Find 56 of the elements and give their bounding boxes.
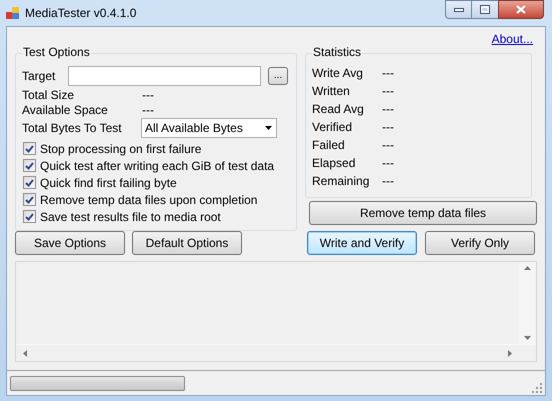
maximize-button[interactable] — [472, 0, 498, 19]
remove-temp-files-button[interactable]: Remove temp data files — [309, 201, 537, 225]
scroll-left-icon[interactable] — [23, 350, 27, 356]
action-button[interactable]: Default Options — [132, 231, 242, 255]
available-space-label: Available Space — [22, 104, 109, 116]
checkbox[interactable] — [23, 210, 36, 223]
total-bytes-dropdown[interactable]: All Available Bytes — [141, 118, 277, 138]
stat-label: Write Avg — [312, 65, 364, 82]
stat-value: --- — [382, 83, 394, 100]
action-button[interactable]: Write and Verify — [307, 231, 417, 255]
maximize-icon — [480, 5, 490, 14]
stat-value: --- — [382, 137, 394, 154]
stat-value: --- — [382, 155, 394, 172]
stat-value: --- — [382, 65, 394, 82]
minimize-button[interactable] — [445, 0, 472, 19]
about-link[interactable]: About... — [492, 33, 533, 47]
stat-value: --- — [382, 173, 394, 190]
scroll-down-icon[interactable] — [524, 336, 531, 340]
stat-label: Read Avg — [312, 101, 365, 118]
target-label: Target — [22, 68, 56, 85]
checkbox[interactable] — [23, 159, 36, 172]
scroll-right-icon[interactable] — [508, 350, 512, 356]
vertical-scrollbar[interactable] — [519, 262, 536, 344]
total-size-label: Total Size — [22, 88, 76, 100]
available-space-value: --- — [142, 104, 154, 116]
option-label: Stop processing on first failure — [40, 142, 202, 154]
minimize-icon — [454, 8, 464, 12]
stat-label: Verified — [312, 119, 354, 136]
action-button[interactable]: Save Options — [15, 231, 125, 255]
browse-button[interactable]: ... — [268, 67, 288, 85]
app-icon — [6, 6, 20, 20]
checkbox[interactable] — [23, 193, 36, 206]
stat-value: --- — [382, 101, 394, 118]
total-size-value: --- — [142, 88, 154, 100]
stat-value: --- — [382, 119, 394, 136]
target-field[interactable] — [68, 66, 261, 86]
stat-label: Elapsed — [312, 155, 356, 172]
resize-grip-icon[interactable] — [532, 383, 542, 393]
close-icon — [516, 5, 526, 14]
stat-label: Remaining — [312, 173, 370, 190]
checkbox[interactable] — [23, 142, 36, 155]
stat-label: Failed — [312, 137, 346, 154]
group-title: Test Options — [22, 46, 91, 58]
close-button[interactable] — [498, 0, 544, 19]
option-label: Save test results file to media root — [40, 210, 221, 222]
action-button[interactable]: Verify Only — [425, 231, 535, 255]
checkbox[interactable] — [23, 176, 36, 189]
stat-label: Written — [312, 83, 351, 100]
window-title: MediaTester v0.4.1.0 — [25, 5, 136, 22]
option-label: Quick find first failing byte — [40, 176, 177, 188]
group-title: Statistics — [312, 46, 362, 58]
total-bytes-label: Total Bytes To Test — [22, 122, 123, 134]
scroll-up-icon[interactable] — [524, 266, 531, 270]
option-label: Quick test after writing each GiB of test data — [40, 160, 274, 172]
caret-icon — [265, 126, 272, 130]
option-label: Remove temp data files upon completion — [40, 194, 258, 206]
